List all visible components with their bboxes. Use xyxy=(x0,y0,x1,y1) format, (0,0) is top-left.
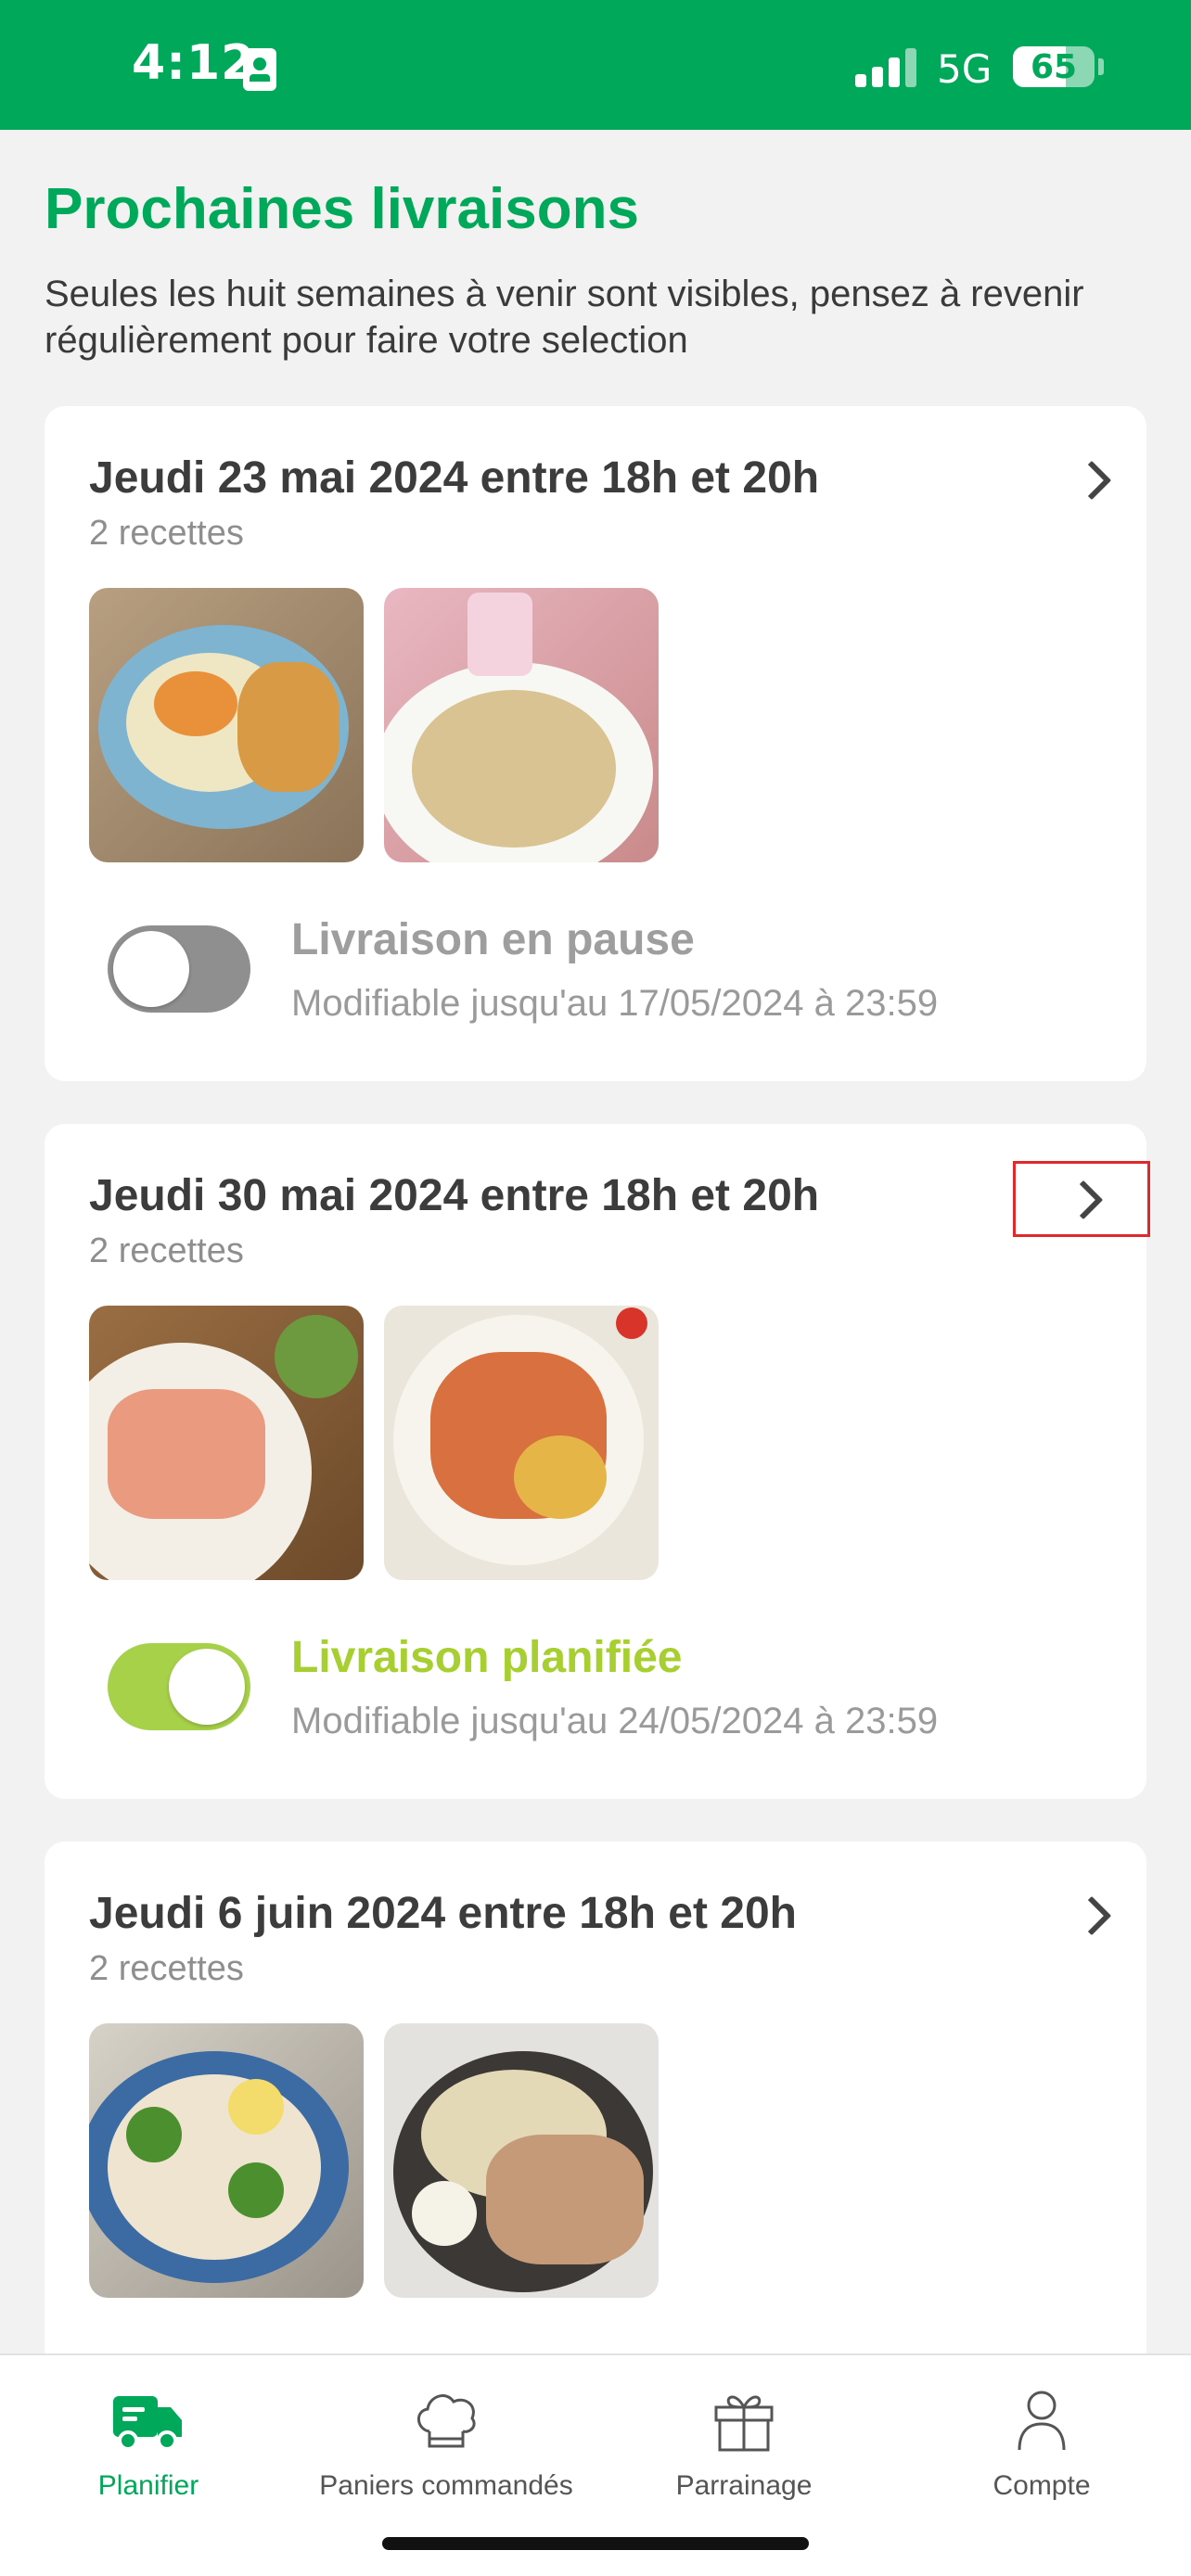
food xyxy=(237,662,339,792)
food xyxy=(412,690,616,848)
user-icon xyxy=(1005,2383,1079,2457)
tomato xyxy=(616,1307,647,1339)
nav-compte[interactable]: Compte xyxy=(893,2383,1190,2502)
delivery-status: Livraison en pause xyxy=(291,915,695,964)
food xyxy=(514,1435,607,1519)
broccoli xyxy=(228,2162,284,2218)
contact-card-icon xyxy=(243,48,276,91)
delivery-date: Jeudi 23 mai 2024 entre 18h et 20h xyxy=(89,453,820,503)
broccoli xyxy=(126,2107,182,2162)
status-time: 4:12 xyxy=(132,35,256,91)
lemon xyxy=(228,2079,284,2135)
status-bar: 4:12 5G 65 xyxy=(0,0,1191,130)
chevron-right-icon[interactable] xyxy=(1072,1890,1119,1942)
delivery-toggle[interactable] xyxy=(108,1643,250,1730)
nav-label: Planifier xyxy=(97,2470,199,2501)
recipe-image[interactable] xyxy=(89,1306,364,1580)
food xyxy=(108,2074,321,2260)
recipe-image[interactable] xyxy=(384,2023,659,2298)
network-type: 5G xyxy=(937,46,992,92)
chevron-right-icon[interactable] xyxy=(1013,1161,1150,1237)
delivery-toggle[interactable] xyxy=(108,925,250,1013)
delivery-date: Jeudi 30 mai 2024 entre 18h et 20h xyxy=(89,1171,820,1220)
gift-icon xyxy=(707,2383,781,2457)
recipe-image[interactable] xyxy=(89,588,364,862)
recipe-count: 2 recettes xyxy=(89,514,244,553)
recipe-count: 2 recettes xyxy=(89,1231,244,1270)
toggle-knob xyxy=(169,1649,245,1725)
delivery-card[interactable]: Jeudi 23 mai 2024 entre 18h et 20h 2 rec… xyxy=(45,406,1146,1081)
delivery-truck-icon xyxy=(111,2383,186,2457)
battery-icon: 65 xyxy=(1013,46,1095,87)
home-indicator[interactable] xyxy=(382,2537,809,2550)
food xyxy=(154,671,237,736)
recipe-image[interactable] xyxy=(384,588,659,862)
signal-strength-icon xyxy=(855,46,918,87)
toggle-knob xyxy=(113,931,189,1007)
battery-cap xyxy=(1098,58,1104,75)
page-title: Prochaines livraisons xyxy=(45,177,639,241)
chef-hat-icon xyxy=(409,2383,483,2457)
food xyxy=(108,1389,265,1519)
food xyxy=(486,2135,644,2264)
chevron-right-icon[interactable] xyxy=(1072,454,1119,506)
recipe-count: 2 recettes xyxy=(89,1949,244,1988)
nav-label: Paniers commandés xyxy=(319,2470,573,2501)
sauce xyxy=(412,2181,477,2246)
delivery-card[interactable]: Jeudi 30 mai 2024 entre 18h et 20h 2 rec… xyxy=(45,1124,1150,1799)
modification-deadline: Modifiable jusqu'au 24/05/2024 à 23:59 xyxy=(291,1701,939,1741)
nav-label: Parrainage xyxy=(675,2470,813,2501)
nav-parrainage[interactable]: Parrainage xyxy=(596,2383,892,2502)
nav-planifier[interactable]: Planifier xyxy=(0,2383,297,2502)
nav-paniers-commandes[interactable]: Paniers commandés xyxy=(298,2383,595,2502)
battery-level: 65 xyxy=(1030,48,1078,86)
nav-label: Compte xyxy=(992,2470,1091,2501)
recipe-image[interactable] xyxy=(89,2023,364,2298)
delivery-card[interactable]: Jeudi 6 juin 2024 entre 18h et 20h 2 rec… xyxy=(45,1842,1146,2435)
glass xyxy=(467,593,532,676)
delivery-date: Jeudi 6 juin 2024 entre 18h et 20h xyxy=(89,1889,797,1938)
delivery-status: Livraison planifiée xyxy=(291,1633,683,1682)
page-subtitle: Seules les huit semaines à venir sont vi… xyxy=(45,274,1084,361)
salad xyxy=(275,1315,358,1398)
recipe-image[interactable] xyxy=(384,1306,659,1580)
modification-deadline: Modifiable jusqu'au 17/05/2024 à 23:59 xyxy=(291,983,939,1024)
